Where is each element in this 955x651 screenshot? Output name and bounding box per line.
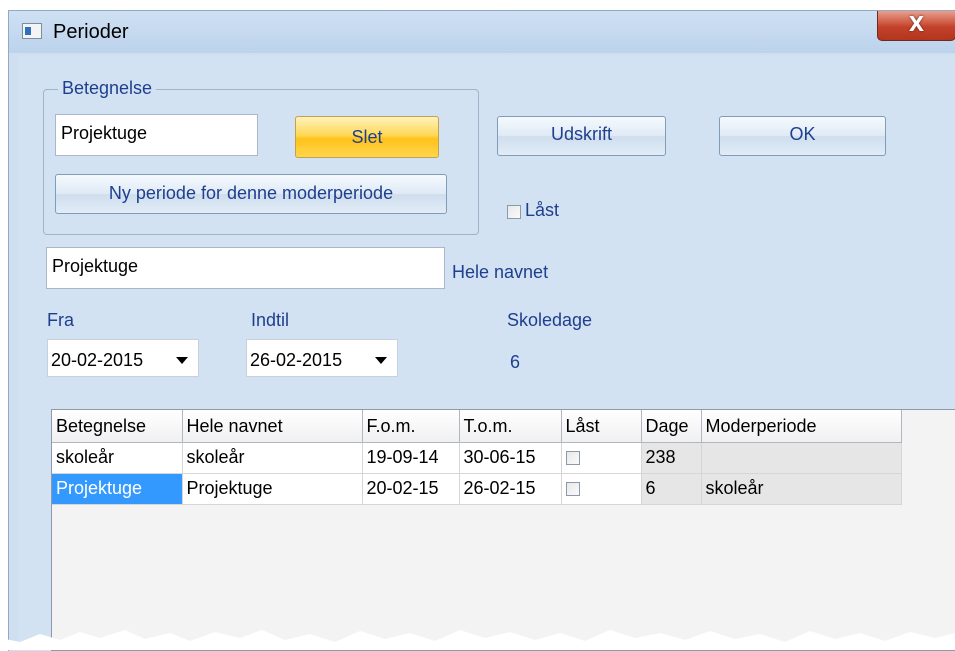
column-header[interactable]: T.o.m. [459,410,562,443]
column-header[interactable]: F.o.m. [362,410,460,443]
cell-moderperiode[interactable] [701,442,902,474]
from-date-picker[interactable]: 20-02-2015 [47,339,199,377]
header-row: Betegnelse Hele navnet F.o.m. T.o.m. Lås… [52,410,902,443]
short-name-field[interactable]: Projektuge [55,114,258,156]
dialog-body: Betegnelse Projektuge Slet Ny periode fo… [18,55,955,651]
torn-edge [0,630,955,650]
new-period-button[interactable]: Ny periode for denne moderperiode [55,174,447,214]
chevron-down-icon[interactable] [176,357,188,364]
delete-button[interactable]: Slet [295,116,439,158]
print-button[interactable]: Udskrift [497,116,666,156]
app-icon [22,23,42,39]
cell-laast[interactable] [561,442,642,474]
ok-button[interactable]: OK [719,116,886,156]
cell-moderperiode[interactable]: skoleår [701,473,902,505]
full-name-field[interactable]: Projektuge [46,247,445,289]
periods-table: Betegnelse Hele navnet F.o.m. T.o.m. Lås… [52,410,902,505]
column-header[interactable]: Hele navnet [182,410,363,443]
from-label: Fra [47,310,74,330]
cell-hele-navnet[interactable]: skoleår [182,442,363,474]
perioder-window: Perioder Betegnelse Projektuge Slet Ny p… [8,10,955,651]
cell-hele-navnet[interactable]: Projektuge [182,473,363,505]
window-title: Perioder [53,21,129,43]
periods-grid[interactable]: Betegnelse Hele navnet F.o.m. T.o.m. Lås… [51,409,955,651]
cell-tom[interactable]: 26-02-15 [459,473,562,505]
until-date-value: 26-02-2015 [250,350,343,370]
until-date-picker[interactable]: 26-02-2015 [246,339,398,377]
column-header[interactable]: Moderperiode [701,410,902,443]
locked-label: Låst [525,200,560,220]
until-label: Indtil [251,310,290,330]
cell-tom[interactable]: 30-06-15 [459,442,562,474]
close-button[interactable] [877,11,955,41]
cell-fom[interactable]: 19-09-14 [362,442,460,474]
school-days-label: Skoledage [507,310,593,330]
school-days-value: 6 [510,352,521,372]
cell-dage: 6 [641,473,702,505]
column-header[interactable]: Betegnelse [52,410,183,443]
cell-betegnelse[interactable]: skoleår [52,442,183,474]
locked-checkbox[interactable] [507,205,521,219]
cell-dage: 238 [641,442,702,474]
betegnelse-group: Betegnelse Projektuge Slet Ny periode fo… [43,78,479,235]
row-locked-checkbox[interactable] [565,482,580,497]
column-header[interactable]: Dage [641,410,702,443]
from-date-value: 20-02-2015 [51,350,144,370]
chevron-down-icon[interactable] [375,357,387,364]
group-title: Betegnelse [58,78,157,99]
table-row[interactable]: skoleår skoleår 19-09-14 30-06-15 238 [52,442,902,474]
table-row[interactable]: Projektuge Projektuge 20-02-15 26-02-15 … [52,473,902,505]
column-header[interactable]: Låst [561,410,642,443]
cell-laast[interactable] [561,473,642,505]
full-name-label: Hele navnet [452,262,549,282]
cell-fom[interactable]: 20-02-15 [362,473,460,505]
row-locked-checkbox[interactable] [565,451,580,466]
title-bar: Perioder [9,11,955,53]
cell-betegnelse[interactable]: Projektuge [52,473,183,505]
